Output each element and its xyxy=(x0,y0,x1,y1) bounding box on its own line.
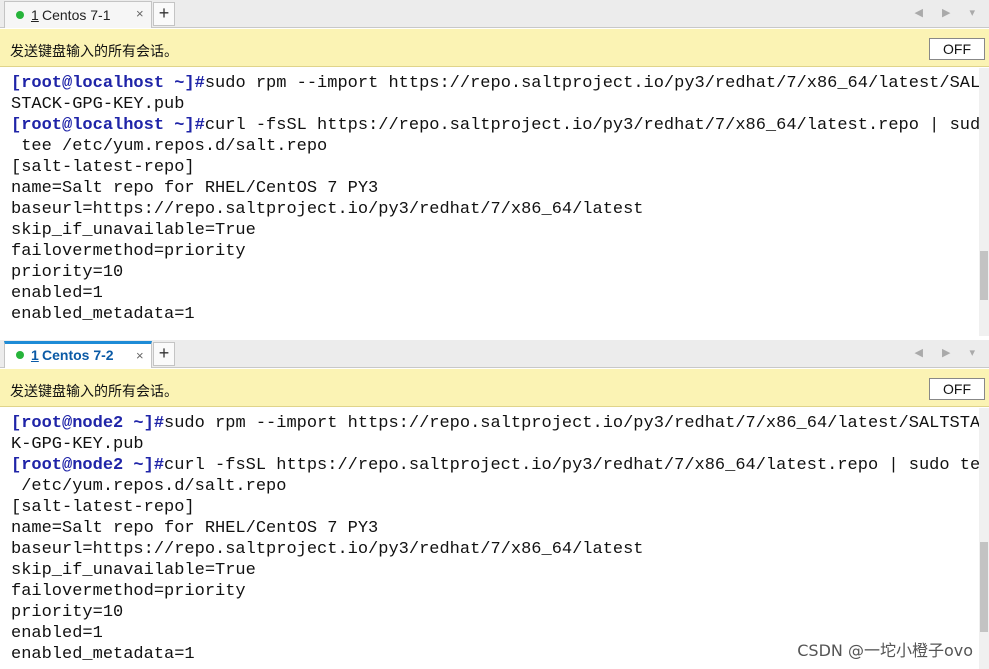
broadcast-off-button[interactable]: OFF xyxy=(929,38,985,60)
terminal-line: baseurl=https://repo.saltproject.io/py3/… xyxy=(11,199,979,220)
terminal-line: [root@localhost ~]#curl -fsSL https://re… xyxy=(11,115,979,136)
broadcast-notice-bar: 发送键盘输入的所有会话。 OFF xyxy=(0,369,989,407)
terminal-text: skip_if_unavailable=True xyxy=(11,221,256,240)
terminal-line: priority=10 xyxy=(11,262,979,283)
terminal-text: sudo rpm --import https://repo.saltproje… xyxy=(204,74,979,93)
terminal-text: enabled=1 xyxy=(11,624,103,643)
shell-prompt: [root@node2 ~]# xyxy=(11,414,165,433)
shell-prompt: [root@localhost ~]# xyxy=(11,116,205,135)
terminal-line: [salt-latest-repo] xyxy=(11,157,979,178)
vertical-scrollbar[interactable] xyxy=(979,408,989,669)
terminal-line: skip_if_unavailable=True xyxy=(11,560,979,581)
terminal-line: tee /etc/yum.repos.d/salt.repo xyxy=(11,136,979,157)
terminal-text: name=Salt repo for RHEL/CentOS 7 PY3 xyxy=(11,179,379,198)
shell-prompt: [root@localhost ~]# xyxy=(11,74,205,93)
terminal-line: /etc/yum.repos.d/salt.repo xyxy=(11,476,979,497)
tab-bar: 1 Centos 7-2 × + ◀ ▶ ▾ xyxy=(0,340,989,368)
close-tab-icon[interactable]: × xyxy=(136,348,144,363)
tab-centos-7-1[interactable]: 1 Centos 7-1 × xyxy=(4,1,152,28)
terminal-text: priority=10 xyxy=(11,263,124,282)
terminal-text: curl -fsSL https://repo.saltproject.io/p… xyxy=(164,456,979,475)
terminal-text: /etc/yum.repos.d/salt.repo xyxy=(11,477,287,496)
terminal-text: failovermethod=priority xyxy=(11,242,246,261)
terminal-text: tee /etc/yum.repos.d/salt.repo xyxy=(11,137,328,156)
connected-status-icon xyxy=(16,351,24,359)
terminal-text: [salt-latest-repo] xyxy=(11,158,195,177)
watermark-text: CSDN @一坨小橙子ovo xyxy=(795,637,975,661)
terminal-line: failovermethod=priority xyxy=(11,241,979,262)
terminal-line: [salt-latest-repo] xyxy=(11,497,979,518)
terminal-output[interactable]: [root@node2 ~]#sudo rpm --import https:/… xyxy=(0,408,979,669)
tab-centos-7-2[interactable]: 1 Centos 7-2 × xyxy=(4,341,152,368)
shell-prompt: [root@node2 ~]# xyxy=(11,456,165,475)
terminal-output[interactable]: [root@localhost ~]#sudo rpm --import htt… xyxy=(0,68,979,336)
terminal-line: skip_if_unavailable=True xyxy=(11,220,979,241)
terminal-line: K-GPG-KEY.pub xyxy=(11,434,979,455)
broadcast-notice-text: 发送键盘输入的所有会话。 xyxy=(10,43,178,59)
terminal-text: [salt-latest-repo] xyxy=(11,498,195,517)
terminal-text: curl -fsSL https://repo.saltproject.io/p… xyxy=(204,116,979,135)
tab-scroll-arrows-icon[interactable]: ◀ ▶ ▾ xyxy=(914,346,983,359)
scrollbar-thumb[interactable] xyxy=(980,251,988,300)
terminal-text: enabled=1 xyxy=(11,284,103,303)
terminal-text: STACK-GPG-KEY.pub xyxy=(11,95,185,114)
broadcast-off-button[interactable]: OFF xyxy=(929,378,985,400)
terminal-line: [root@localhost ~]#sudo rpm --import htt… xyxy=(11,73,979,94)
terminal-line: [root@node2 ~]#curl -fsSL https://repo.s… xyxy=(11,455,979,476)
terminal-line: [root@node2 ~]#sudo rpm --import https:/… xyxy=(11,413,979,434)
terminal-text: enabled_metadata=1 xyxy=(11,645,195,664)
terminal-text: K-GPG-KEY.pub xyxy=(11,435,144,454)
session-pane-1: 1 Centos 7-1 × + ◀ ▶ ▾ 发送键盘输入的所有会话。 OFF … xyxy=(0,0,989,336)
vertical-scrollbar[interactable] xyxy=(979,68,989,336)
terminal-line: STACK-GPG-KEY.pub xyxy=(11,94,979,115)
terminal-line: baseurl=https://repo.saltproject.io/py3/… xyxy=(11,539,979,560)
terminal-line: name=Salt repo for RHEL/CentOS 7 PY3 xyxy=(11,178,979,199)
tab-number: 1 xyxy=(31,347,39,363)
terminal-text: baseurl=https://repo.saltproject.io/py3/… xyxy=(11,540,644,559)
broadcast-notice-bar: 发送键盘输入的所有会话。 OFF xyxy=(0,29,989,67)
terminal-line: failovermethod=priority xyxy=(11,581,979,602)
tab-title: Centos 7-2 xyxy=(42,347,114,363)
terminal-line: name=Salt repo for RHEL/CentOS 7 PY3 xyxy=(11,518,979,539)
terminal-text: enabled_metadata=1 xyxy=(11,305,195,324)
connected-status-icon xyxy=(16,11,24,19)
terminal-line: enabled=1 xyxy=(11,283,979,304)
terminal-text: sudo rpm --import https://repo.saltproje… xyxy=(164,414,979,433)
tab-number: 1 xyxy=(31,7,39,23)
terminal-line: enabled_metadata=1 xyxy=(11,304,979,325)
terminal-text: priority=10 xyxy=(11,603,124,622)
tab-title: Centos 7-1 xyxy=(42,7,111,23)
terminal-text: baseurl=https://repo.saltproject.io/py3/… xyxy=(11,200,644,219)
tab-bar: 1 Centos 7-1 × + ◀ ▶ ▾ xyxy=(0,0,989,28)
scrollbar-thumb[interactable] xyxy=(980,542,988,632)
tab-scroll-arrows-icon[interactable]: ◀ ▶ ▾ xyxy=(914,6,983,19)
terminal-line: priority=10 xyxy=(11,602,979,623)
session-pane-2: 1 Centos 7-2 × + ◀ ▶ ▾ 发送键盘输入的所有会话。 OFF … xyxy=(0,340,989,669)
close-tab-icon[interactable]: × xyxy=(136,6,144,21)
broadcast-notice-text: 发送键盘输入的所有会话。 xyxy=(10,383,178,399)
terminal-text: name=Salt repo for RHEL/CentOS 7 PY3 xyxy=(11,519,379,538)
terminal-text: failovermethod=priority xyxy=(11,582,246,601)
terminal-text: skip_if_unavailable=True xyxy=(11,561,256,580)
new-tab-button[interactable]: + xyxy=(153,2,175,26)
new-tab-button[interactable]: + xyxy=(153,342,175,366)
